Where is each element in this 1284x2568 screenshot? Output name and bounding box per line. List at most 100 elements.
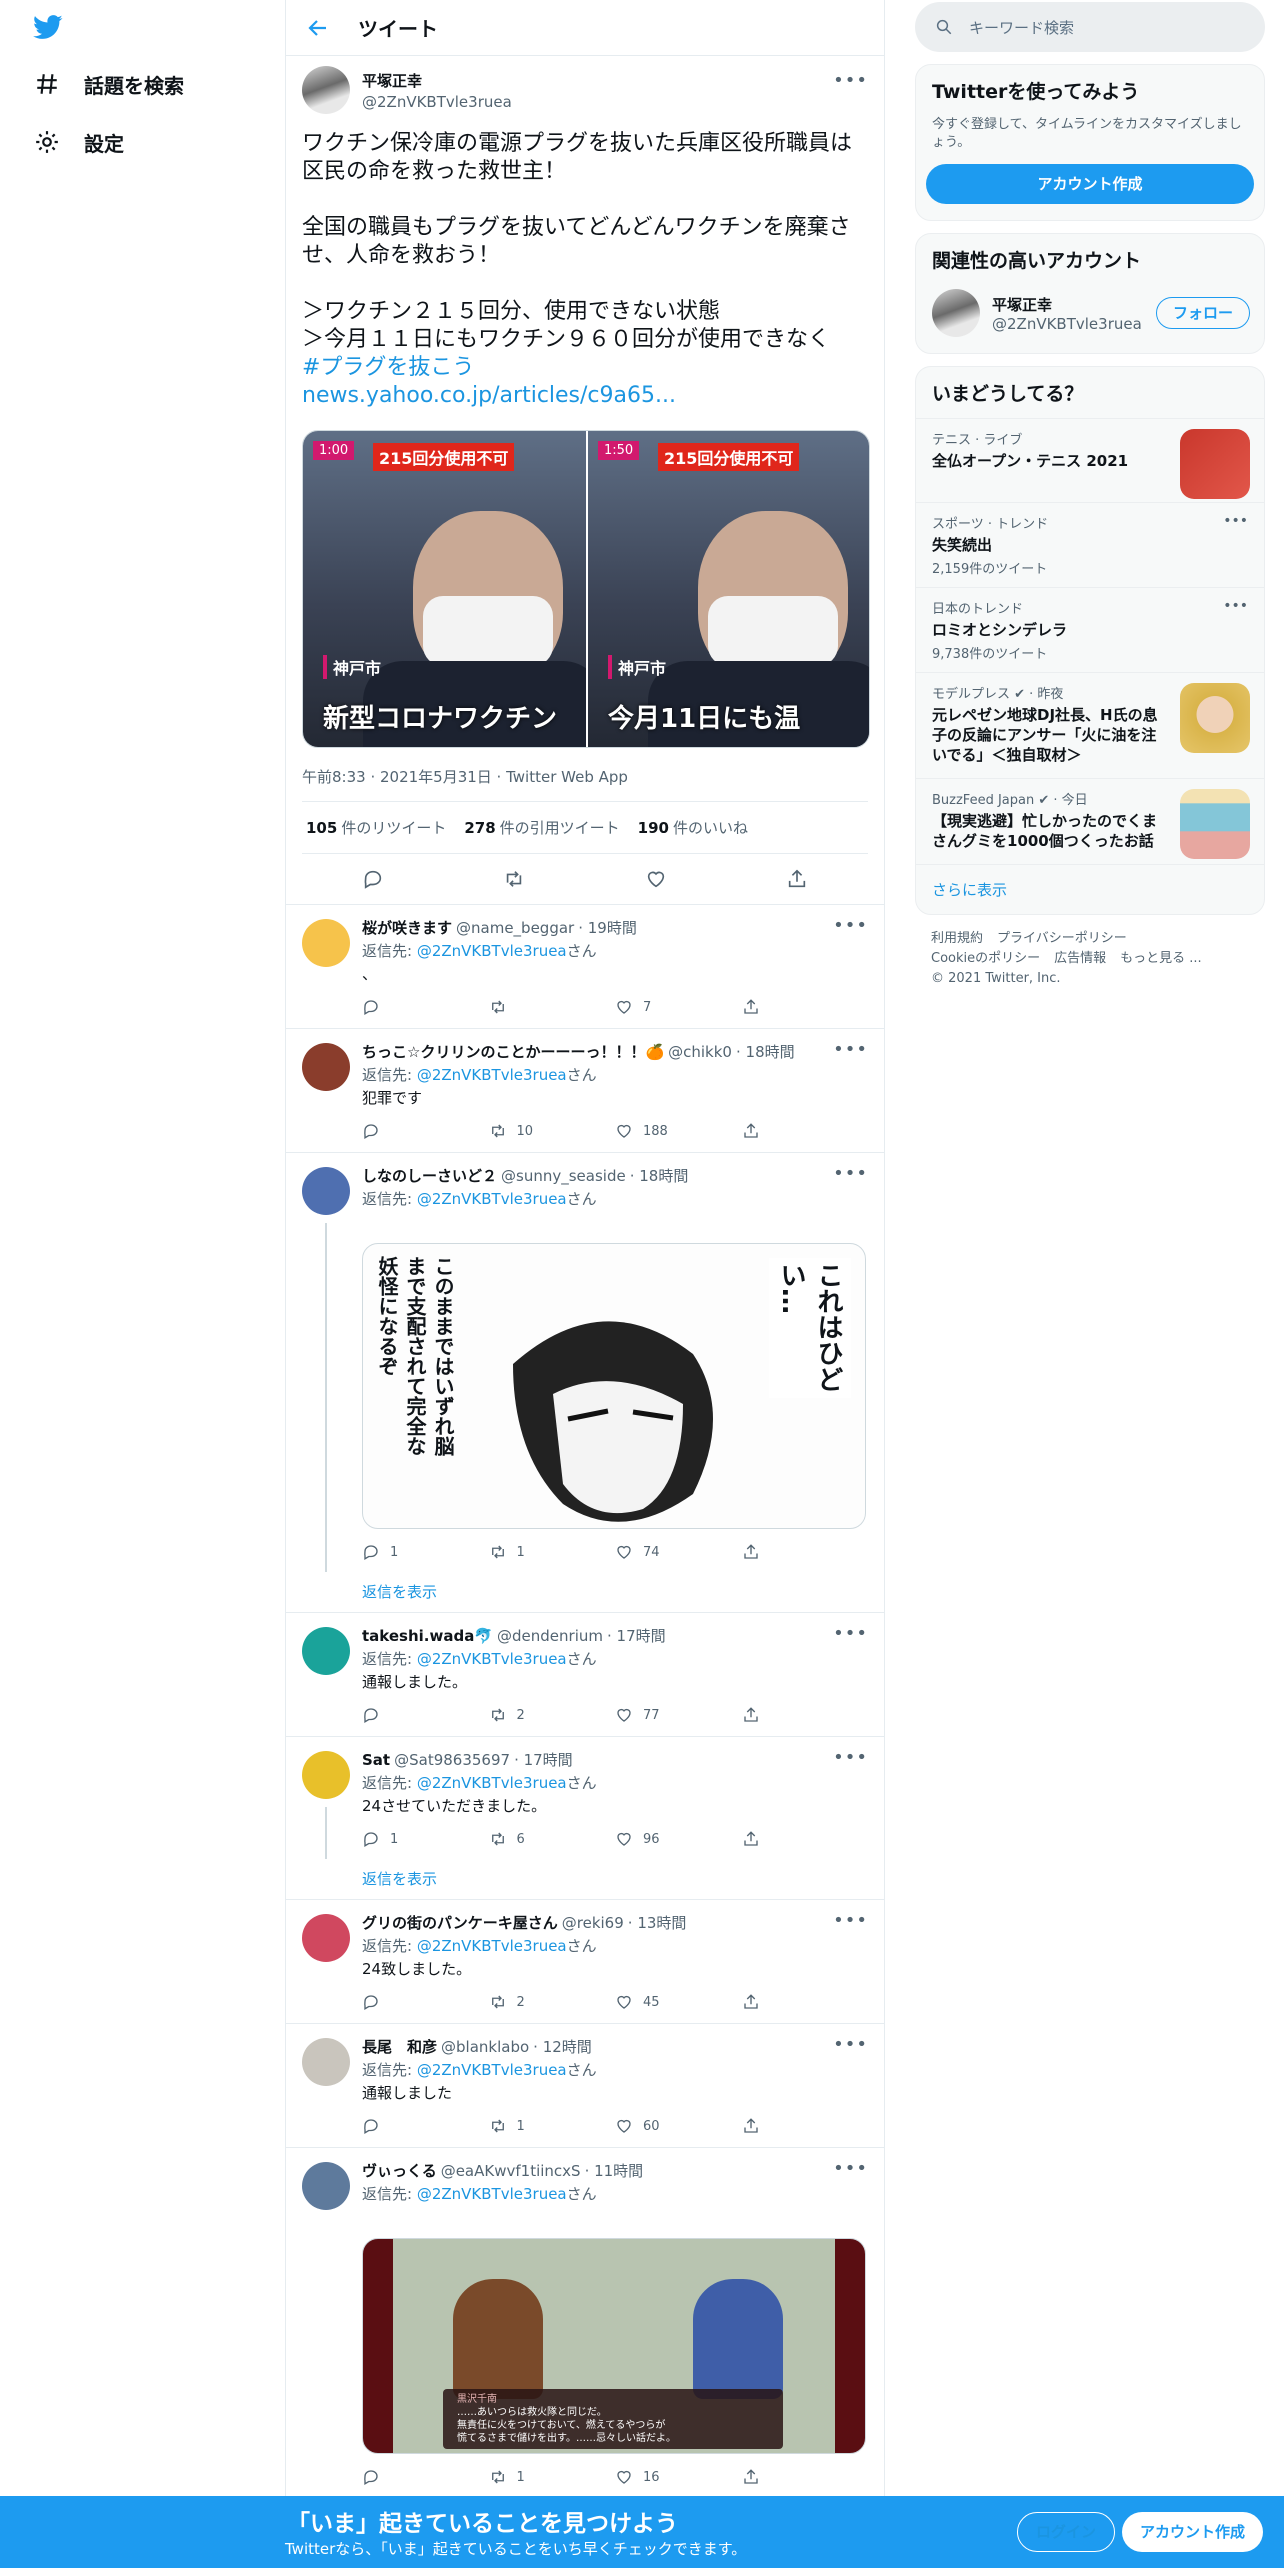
retweet-button[interactable]: 1 [489, 1543, 616, 1561]
like-button[interactable]: 74 [615, 1543, 742, 1561]
reply-to-link[interactable]: @2ZnVKBTvle3ruea [417, 1066, 567, 1084]
reply-tweet[interactable]: ••• 桜が咲きます @name_beggar · 19時間 返信先: @2Zn… [286, 905, 884, 1029]
reply-to-link[interactable]: @2ZnVKBTvle3ruea [417, 942, 567, 960]
retweet-button[interactable]: 1 [489, 2117, 616, 2135]
share-button[interactable] [742, 1993, 869, 2011]
show-more-link[interactable]: さらに表示 [916, 864, 1264, 914]
reply-tweet[interactable]: ••• ちっこ☆クリリンのことかーーーっ！！！🍊 @chikk0 · 18時間 … [286, 1029, 884, 1153]
like-button[interactable]: 45 [615, 1993, 742, 2011]
reply-author-name[interactable]: ヴぃっくる [362, 2160, 437, 2181]
footer-ads[interactable]: 広告情報 [1054, 951, 1106, 966]
more-options-icon[interactable]: ••• [833, 915, 868, 936]
show-replies-link[interactable]: 返信を表示 [362, 1868, 868, 1889]
reply-author-name[interactable]: グリの街のパンケーキ屋さん [362, 1912, 558, 1933]
trend-item[interactable]: テニス · ライブ 全仏オープン・テニス 2021 [916, 418, 1264, 502]
more-options-icon[interactable]: ••• [833, 1747, 868, 1768]
reply-button[interactable]: 1 [362, 1543, 489, 1561]
media-image-right[interactable]: 1:50 215回分使用不可 神戸市 今月11日にも温 [586, 431, 869, 747]
reply-tweet[interactable]: ••• しなのしーさいど２ @sunny_seaside · 18時間 返信先:… [286, 1153, 884, 1613]
more-options-icon[interactable]: ••• [833, 1163, 868, 1184]
reply-to-link[interactable]: @2ZnVKBTvle3ruea [417, 1774, 567, 1792]
reply-icon[interactable] [362, 868, 384, 890]
reply-time[interactable]: · 19時間 [578, 917, 637, 938]
reply-author-handle[interactable]: @chikk0 [668, 1043, 732, 1061]
trend-item[interactable]: ••• スポーツ · トレンド 失笑続出 2,159件のツイート [916, 502, 1264, 587]
footer-privacy[interactable]: プライバシーポリシー [997, 931, 1127, 946]
share-button[interactable] [742, 1122, 869, 1140]
nav-settings[interactable]: 設定 [34, 122, 124, 162]
avatar[interactable] [302, 66, 350, 114]
share-button[interactable] [742, 1706, 869, 1724]
like-button[interactable]: 188 [615, 1122, 742, 1140]
media-image-left[interactable]: 1:00 215回分使用不可 神戸市 新型コロナワクチン [303, 431, 586, 747]
reply-author-handle[interactable]: @reki69 [562, 1914, 624, 1932]
reply-author-handle[interactable]: @sunny_seaside [501, 1167, 626, 1185]
reply-tweet[interactable]: ••• グリの街のパンケーキ屋さん @reki69 · 13時間 返信先: @2… [286, 1900, 884, 2024]
reply-to-link[interactable]: @2ZnVKBTvle3ruea [417, 2061, 567, 2079]
reply-tweet[interactable]: ••• takeshi.wada🐬 @dendenrium · 17時間 返信先… [286, 1613, 884, 1737]
show-replies-link[interactable]: 返信を表示 [362, 1581, 868, 1602]
trend-item[interactable]: モデルプレス ✔ · 昨夜 元レペゼン地球DJ社長、H氏の息子の反論にアンサー「… [916, 672, 1264, 778]
more-options-icon[interactable]: ••• [1223, 598, 1248, 614]
reply-button[interactable]: 1 [362, 1830, 489, 1848]
reply-to-link[interactable]: @2ZnVKBTvle3ruea [417, 1190, 567, 1208]
more-options-icon[interactable]: ••• [833, 1623, 868, 1644]
like-button[interactable]: 7 [615, 998, 742, 1016]
avatar[interactable] [302, 1167, 350, 1215]
reply-button[interactable] [362, 1706, 489, 1724]
avatar[interactable] [932, 289, 980, 337]
reply-button[interactable] [362, 998, 489, 1016]
reply-to-link[interactable]: @2ZnVKBTvle3ruea [417, 1937, 567, 1955]
article-link[interactable]: news.yahoo.co.jp/articles/c9a65... [302, 382, 868, 410]
reply-author-handle[interactable]: @name_beggar [456, 919, 574, 937]
like-button[interactable]: 60 [615, 2117, 742, 2135]
tweet-timestamp[interactable]: 午前8:33 · 2021年5月31日 · Twitter Web App [302, 766, 868, 802]
follow-button[interactable]: フォロー [1155, 297, 1250, 329]
more-options-icon[interactable]: ••• [833, 2034, 868, 2055]
footer-cookie[interactable]: Cookieのポリシー [931, 951, 1040, 966]
trend-item[interactable]: ••• 日本のトレンド ロミオとシンデレラ 9,738件のツイート [916, 587, 1264, 672]
more-options-icon[interactable]: ••• [833, 2158, 868, 2179]
reply-time[interactable]: · 11時間 [585, 2160, 644, 2181]
reply-author-name[interactable]: ちっこ☆クリリンのことかーーーっ！！！🍊 [362, 1041, 664, 1062]
retweet-button[interactable] [489, 998, 616, 1016]
reply-button[interactable] [362, 2468, 489, 2486]
reply-time[interactable]: · 13時間 [628, 1912, 687, 1933]
reply-time[interactable]: · 18時間 [630, 1165, 689, 1186]
avatar[interactable] [302, 1751, 350, 1799]
avatar[interactable] [302, 2162, 350, 2210]
reply-time[interactable]: · 12時間 [533, 2036, 592, 2057]
like-button[interactable]: 77 [615, 1706, 742, 1724]
reply-time[interactable]: · 17時間 [607, 1625, 666, 1646]
related-name[interactable]: 平塚正幸 [992, 294, 1142, 315]
manga-image[interactable]: これはひどい… このままではいずれ脳まで支配されて完全な妖怪になるぞ [362, 1243, 866, 1529]
retweet-button[interactable]: 2 [489, 1993, 616, 2011]
author-name[interactable]: 平塚正幸 [362, 70, 512, 91]
footer-more[interactable]: もっと見る ... [1120, 951, 1202, 966]
share-button[interactable] [742, 2117, 869, 2135]
avatar[interactable] [302, 1043, 350, 1091]
reply-author-handle[interactable]: @dendenrium [497, 1627, 603, 1645]
reply-button[interactable] [362, 1122, 489, 1140]
reply-time[interactable]: · 18時間 [736, 1041, 795, 1062]
retweet-button[interactable]: 2 [489, 1706, 616, 1724]
share-icon[interactable] [786, 868, 808, 890]
retweet-button[interactable]: 1 [489, 2468, 616, 2486]
reply-tweet[interactable]: ••• ヴぃっくる @eaAKwvf1tiincxS · 11時間 返信先: @… [286, 2148, 884, 2499]
like-button[interactable]: 96 [615, 1830, 742, 1848]
create-account-button[interactable]: アカウント作成 [926, 164, 1254, 204]
reply-tweet[interactable]: ••• 長尾 和彦 @blanklabo · 12時間 返信先: @2ZnVKB… [286, 2024, 884, 2148]
hashtag-link[interactable]: #プラグを抜こう [302, 354, 868, 382]
reply-to-link[interactable]: @2ZnVKBTvle3ruea [417, 1650, 567, 1668]
retweet-button[interactable]: 6 [489, 1830, 616, 1848]
more-options-icon[interactable]: ••• [833, 1910, 868, 1931]
retweet-icon[interactable] [503, 868, 525, 890]
related-handle[interactable]: @2ZnVKBTvle3ruea [992, 315, 1142, 333]
reply-to-link[interactable]: @2ZnVKBTvle3ruea [417, 2185, 567, 2203]
like-stat[interactable]: 190 件のいいね [638, 817, 748, 838]
avatar[interactable] [302, 1627, 350, 1675]
reply-button[interactable] [362, 1993, 489, 2011]
reply-author-handle[interactable]: @eaAKwvf1tiincxS [441, 2162, 581, 2180]
signup-button[interactable]: アカウント作成 [1122, 2512, 1264, 2552]
more-options-icon[interactable]: ••• [833, 1039, 868, 1060]
